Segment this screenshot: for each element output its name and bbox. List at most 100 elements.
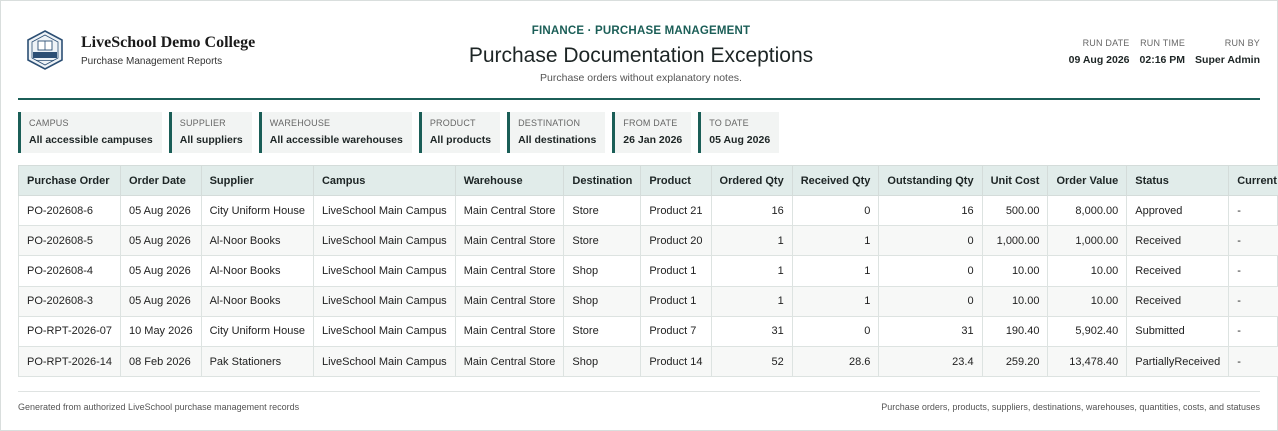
cell-order-value: 10.00 — [1047, 255, 1128, 287]
cell-supplier: Al-Noor Books — [200, 255, 314, 287]
cell-status: Received — [1126, 285, 1230, 317]
report-page: LiveSchool Demo College Purchase Managem… — [0, 0, 1278, 431]
cell-purchase-order: PO-202608-3 — [18, 285, 121, 317]
cell-outstanding-qty: 0 — [878, 285, 983, 317]
column-header: Current Stage — [1228, 165, 1278, 196]
cell-received-qty: 28.6 — [791, 345, 880, 378]
cell-destination: Shop — [563, 285, 642, 317]
cell-status: PartiallyReceived — [1126, 345, 1230, 378]
cell-unit-cost: 10.00 — [981, 255, 1049, 287]
report-kicker: FINANCE · PURCHASE MANAGEMENT — [531, 25, 751, 37]
filter-supplier: SUPPLIER All suppliers — [168, 112, 252, 153]
column-header: Supplier — [200, 165, 314, 196]
footer-divider — [18, 391, 1260, 392]
cell-outstanding-qty: 0 — [878, 255, 983, 287]
cell-unit-cost: 259.20 — [981, 345, 1049, 378]
cell-purchase-order: PO-202608-5 — [18, 225, 121, 257]
run-date-value: 09 Aug 2026 — [1068, 54, 1130, 66]
filter-product: PRODUCT All products — [418, 112, 501, 153]
filter-label: FROM DATE — [623, 118, 678, 128]
filter-value: All accessible warehouses — [269, 134, 403, 146]
cell-warehouse: Main Central Store — [454, 315, 565, 347]
cell-outstanding-qty: 0 — [878, 225, 983, 257]
cell-purchase-order: PO-RPT-2026-14 — [18, 345, 121, 378]
run-date-label: RUN DATE — [1082, 38, 1130, 48]
report-heading: FINANCE · PURCHASE MANAGEMENT Purchase D… — [381, 25, 901, 84]
filter-label: DESTINATION — [518, 118, 581, 128]
cell-warehouse: Main Central Store — [454, 225, 565, 257]
run-by-label: RUN BY — [1224, 38, 1260, 48]
cell-warehouse: Main Central Store — [454, 285, 565, 317]
cell-status: Approved — [1126, 194, 1230, 227]
table-row: PO-RPT-2026-14 08 Feb 2026 Pak Stationer… — [18, 345, 1278, 378]
cell-warehouse: Main Central Store — [454, 194, 565, 227]
cell-unit-cost: 1,000.00 — [981, 225, 1049, 257]
cell-ordered-qty: 1 — [710, 285, 793, 317]
run-time-label: RUN TIME — [1140, 38, 1186, 48]
filter-label: CAMPUS — [29, 118, 69, 128]
cell-purchase-order: PO-202608-4 — [18, 255, 121, 287]
brand-subtitle: Purchase Management Reports — [81, 55, 223, 67]
cell-received-qty: 1 — [791, 255, 880, 287]
cell-supplier: Pak Stationers — [200, 345, 314, 378]
cell-ordered-qty: 1 — [710, 225, 793, 257]
brand-text: LiveSchool Demo College Purchase Managem… — [81, 34, 255, 67]
cell-supplier: Al-Noor Books — [200, 225, 314, 257]
filter-campus: CAMPUS All accessible campuses — [18, 112, 162, 153]
cell-product: Product 1 — [640, 285, 712, 317]
cell-destination: Shop — [563, 345, 642, 378]
cell-destination: Store — [563, 315, 642, 347]
column-header: Product — [640, 165, 712, 196]
cell-destination: Store — [563, 194, 642, 227]
cell-received-qty: 0 — [791, 315, 880, 347]
cell-order-date: 05 Aug 2026 — [119, 285, 202, 317]
cell-destination: Store — [563, 225, 642, 257]
cell-order-date: 05 Aug 2026 — [119, 194, 202, 227]
cell-campus: LiveSchool Main Campus — [312, 345, 456, 378]
report-subtitle: Purchase orders without explanatory note… — [540, 72, 742, 84]
brand-block: LiveSchool Demo College Purchase Managem… — [25, 30, 255, 70]
cell-order-value: 10.00 — [1047, 285, 1128, 317]
cell-status: Submitted — [1126, 315, 1230, 347]
table-row: PO-RPT-2026-07 10 May 2026 City Uniform … — [18, 315, 1278, 347]
cell-supplier: City Uniform House — [200, 315, 314, 347]
cell-current-stage: - — [1228, 285, 1278, 317]
cell-campus: LiveSchool Main Campus — [312, 285, 456, 317]
table-row: PO-202608-4 05 Aug 2026 Al-Noor Books Li… — [18, 255, 1278, 287]
cell-received-qty: 0 — [791, 194, 880, 227]
report-title: Purchase Documentation Exceptions — [468, 44, 814, 67]
cell-ordered-qty: 16 — [710, 194, 793, 227]
cell-product: Product 21 — [640, 194, 712, 227]
cell-order-value: 1,000.00 — [1047, 225, 1128, 257]
column-header: Ordered Qty — [710, 165, 793, 196]
table-header-row: Purchase Order Order Date Supplier Campu… — [18, 165, 1278, 196]
filter-label: PRODUCT — [429, 118, 476, 128]
run-time-value: 02:16 PM — [1139, 54, 1186, 66]
college-crest-icon — [27, 30, 63, 70]
run-time: RUN TIME 02:16 PM — [1140, 38, 1186, 66]
cell-order-date: 05 Aug 2026 — [119, 255, 202, 287]
footer-source-note: Generated from authorized LiveSchool pur… — [18, 402, 300, 412]
filter-value: All destinations — [518, 134, 597, 146]
table-row: PO-202608-6 05 Aug 2026 City Uniform Hou… — [18, 194, 1278, 227]
column-header: Purchase Order — [18, 165, 121, 196]
cell-unit-cost: 10.00 — [981, 285, 1049, 317]
header-divider — [18, 98, 1260, 100]
cell-campus: LiveSchool Main Campus — [312, 225, 456, 257]
college-name: LiveSchool Demo College — [81, 33, 256, 51]
cell-campus: LiveSchool Main Campus — [312, 255, 456, 287]
filter-summary: CAMPUS All accessible campuses SUPPLIER … — [18, 112, 780, 153]
cell-product: Product 1 — [640, 255, 712, 287]
cell-warehouse: Main Central Store — [454, 345, 565, 378]
filter-value: All accessible campuses — [29, 134, 153, 146]
cell-outstanding-qty: 23.4 — [878, 345, 983, 378]
cell-outstanding-qty: 31 — [878, 315, 983, 347]
cell-warehouse: Main Central Store — [454, 255, 565, 287]
cell-order-value: 8,000.00 — [1047, 194, 1128, 227]
cell-received-qty: 1 — [791, 285, 880, 317]
cell-order-date: 10 May 2026 — [119, 315, 202, 347]
cell-status: Received — [1126, 255, 1230, 287]
cell-order-value: 13,478.40 — [1047, 345, 1128, 378]
filter-warehouse: WAREHOUSE All accessible warehouses — [258, 112, 412, 153]
run-date: RUN DATE 09 Aug 2026 — [1069, 38, 1130, 66]
